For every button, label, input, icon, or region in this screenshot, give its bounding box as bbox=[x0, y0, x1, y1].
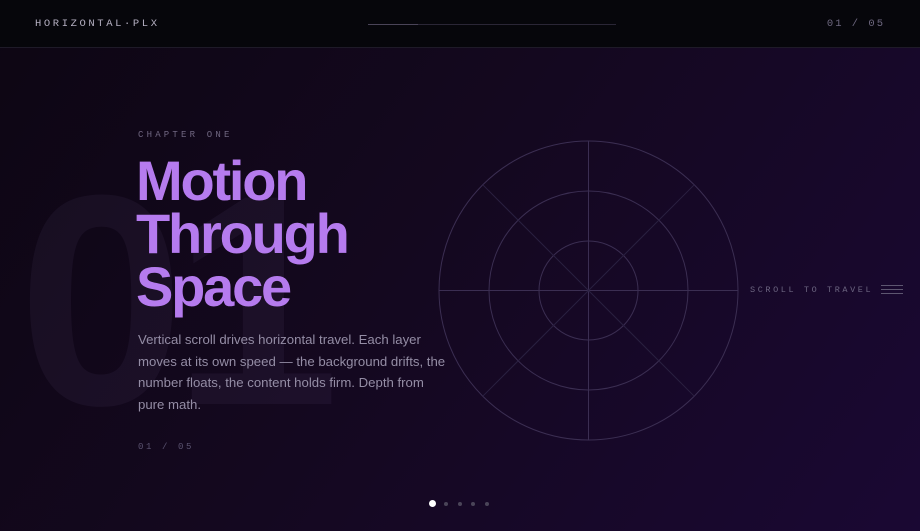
pagination-dot-5[interactable] bbox=[484, 501, 489, 506]
pagination-dot-3[interactable] bbox=[457, 501, 462, 506]
brand-logo[interactable]: HORIZONTAL·PLX bbox=[35, 18, 160, 30]
pagination-dot-2[interactable] bbox=[444, 501, 448, 506]
slide-counter: 01 / 05 bbox=[138, 442, 195, 452]
radar-graphic bbox=[438, 140, 739, 441]
progress-fill bbox=[368, 24, 418, 25]
progress-track bbox=[368, 24, 616, 25]
chapter-label: CHAPTER ONE bbox=[138, 130, 233, 140]
pagination-dot-4[interactable] bbox=[471, 501, 475, 506]
pagination-dots bbox=[429, 500, 498, 507]
top-bar: HORIZONTAL·PLX 01 / 05 bbox=[0, 0, 920, 48]
scroll-hint-label: SCROLL TO TRAVEL bbox=[750, 284, 874, 295]
headline-line-2: Through bbox=[136, 202, 350, 265]
scroll-hint[interactable]: SCROLL TO TRAVEL bbox=[750, 284, 904, 295]
menu-lines-icon bbox=[881, 284, 904, 295]
slide-headline: Motion Through Space bbox=[136, 149, 350, 318]
slide-description: Vertical scroll drives horizontal travel… bbox=[138, 332, 446, 413]
pagination-dot-1[interactable] bbox=[429, 500, 436, 507]
headline-line-3: Space bbox=[136, 255, 292, 318]
header-slide-counter: 01 / 05 bbox=[826, 18, 885, 30]
headline-line-1: Motion bbox=[136, 149, 308, 212]
